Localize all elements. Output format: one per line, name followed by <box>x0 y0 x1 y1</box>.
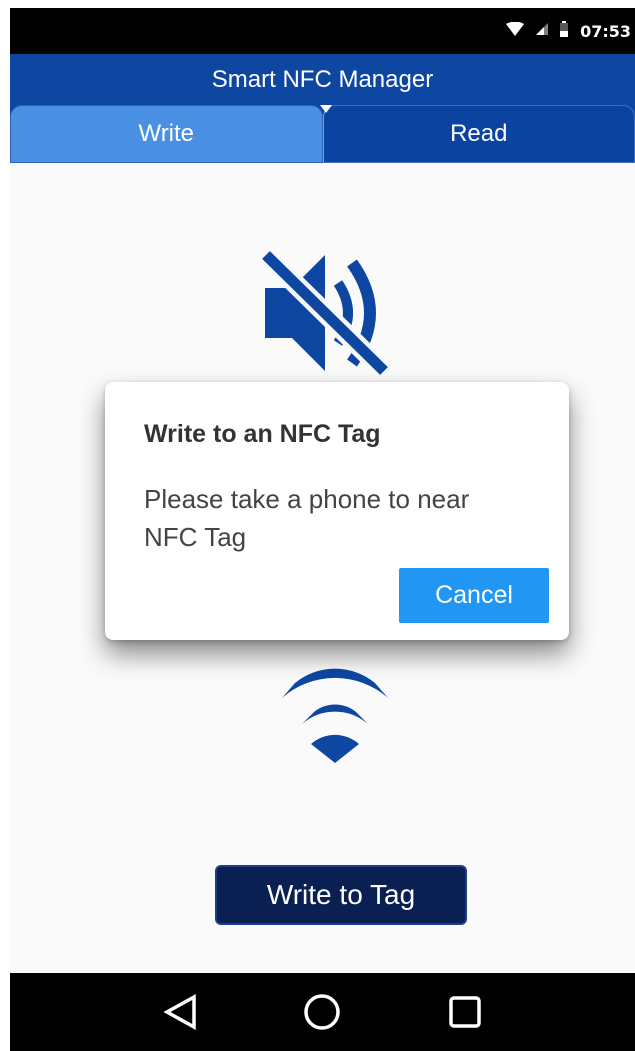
tab-indicator <box>320 105 332 113</box>
nfc-write-dialog: Write to an NFC Tag Please take a phone … <box>105 382 569 640</box>
volume-off-icon <box>258 243 392 388</box>
tab-read-label: Read <box>450 120 508 147</box>
tab-read[interactable]: Read <box>322 105 635 163</box>
wifi-icon <box>506 21 525 41</box>
home-icon[interactable] <box>303 993 341 1031</box>
dialog-title: Write to an NFC Tag <box>144 420 381 448</box>
tab-write-label: Write <box>138 120 195 147</box>
recents-icon[interactable] <box>448 995 482 1029</box>
signal-icon <box>536 22 549 40</box>
back-icon[interactable] <box>163 994 197 1030</box>
tab-write[interactable]: Write <box>10 105 323 163</box>
write-to-tag-button[interactable]: Write to Tag <box>215 865 467 925</box>
app-bar: Smart NFC Manager <box>10 54 635 106</box>
app-title: Smart NFC Manager <box>211 66 434 93</box>
phone-screen: 07:53 Smart NFC Manager Write Read Write… <box>10 8 635 1051</box>
status-icons: 07:53 <box>506 8 635 54</box>
status-time: 07:53 <box>580 21 631 41</box>
navigation-bar <box>10 973 635 1051</box>
cancel-button[interactable]: Cancel <box>399 568 549 623</box>
status-bar: 07:53 <box>10 8 635 54</box>
tab-bar: Write Read <box>10 105 635 163</box>
battery-icon <box>560 20 569 42</box>
nfc-signal-icon <box>265 658 405 768</box>
dialog-message: Please take a phone to near NFC Tag <box>144 484 470 552</box>
